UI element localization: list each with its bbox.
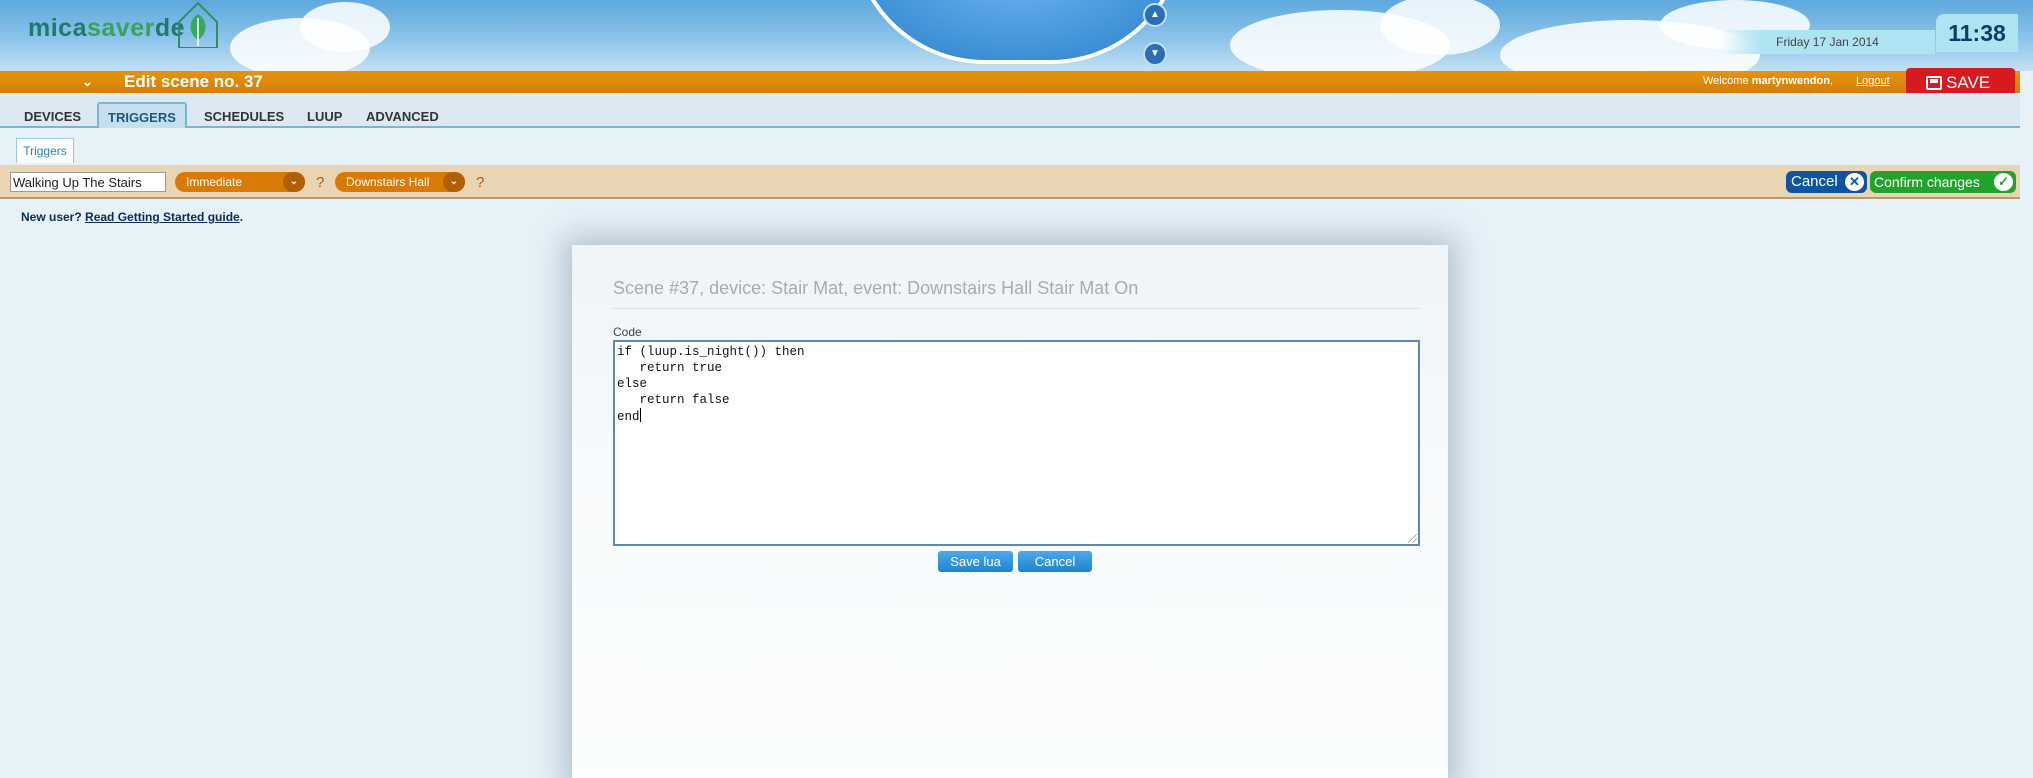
floppy-disk-icon: [1926, 76, 1942, 90]
tab-devices[interactable]: DEVICES: [24, 109, 81, 124]
tab-luup[interactable]: LUUP: [307, 109, 342, 124]
resize-handle[interactable]: [1408, 534, 1417, 543]
save-label: SAVE: [1946, 73, 1991, 92]
subtab-bar: Triggers: [0, 128, 2020, 165]
tab-bar: DEVICES TRIGGERS SCHEDULES LUUP ADVANCED: [0, 93, 2020, 131]
welcome-prefix: Welcome: [1703, 75, 1749, 87]
welcome-suffix: ,: [1829, 75, 1834, 87]
cancel-label: Cancel: [1791, 173, 1838, 190]
code-line: return true: [617, 360, 1416, 376]
lua-code-dialog: Scene #37, device: Stair Mat, event: Dow…: [572, 245, 1448, 778]
device-select[interactable]: Downstairs Hall ⌄: [335, 172, 465, 192]
getting-started-link[interactable]: Read Getting Started guide: [85, 210, 240, 224]
tab-schedules[interactable]: SCHEDULES: [204, 109, 284, 124]
code-line: return false: [617, 392, 1416, 408]
code-line: end: [617, 408, 1416, 425]
dialog-cancel-button[interactable]: Cancel: [1018, 551, 1092, 572]
logo-text: saver: [86, 14, 155, 42]
logo-text: mica: [28, 14, 87, 42]
current-date: Friday 17 Jan 2014: [1720, 30, 1935, 54]
globe-widget: ▲ ▼: [851, 0, 1185, 66]
new-user-notice: New user? Read Getting Started guide.: [21, 210, 243, 224]
trigger-toolbar: Immediate ⌄ ? Downstairs Hall ⌄ ? Cancel…: [0, 165, 2020, 199]
device-select-value: Downstairs Hall: [346, 175, 430, 189]
timing-select[interactable]: Immediate ⌄: [175, 172, 305, 192]
username: martynwendon: [1751, 75, 1830, 87]
code-label: Code: [613, 325, 642, 339]
tab-advanced[interactable]: ADVANCED: [366, 109, 439, 124]
logout-link[interactable]: Logout: [1856, 75, 1890, 87]
new-user-prefix: New user?: [21, 210, 82, 224]
code-line-text: else: [617, 377, 648, 391]
confirm-changes-button[interactable]: Confirm changes ✓: [1870, 171, 2016, 193]
trigger-name-input[interactable]: [10, 172, 166, 192]
code-line-text: if (luup.is_night()) then: [617, 345, 805, 359]
code-line: else: [617, 376, 1416, 392]
header: micasaverde ▲ ▼ Friday 17 Jan 2014 11:38: [0, 0, 2033, 71]
code-line-text: return true: [617, 361, 723, 375]
save-lua-button[interactable]: Save lua: [938, 551, 1013, 572]
subtab-triggers[interactable]: Triggers: [16, 138, 74, 163]
text-caret: [639, 408, 641, 422]
scene-title-bar: ⌄ Edit scene no. 37 Welcome martynwendon…: [0, 71, 2020, 93]
divider: [613, 308, 1419, 309]
new-user-suffix: .: [239, 210, 244, 224]
scroll-up-button[interactable]: ▲: [1143, 3, 1167, 27]
dialog-title: Scene #37, device: Stair Mat, event: Dow…: [613, 278, 1139, 298]
cloud-decoration: [1380, 0, 1500, 55]
current-time: 11:38: [1936, 14, 2018, 52]
lua-code-textarea[interactable]: if (luup.is_night()) then return true els…: [613, 340, 1420, 546]
confirm-label: Confirm changes: [1874, 174, 1980, 190]
scroll-down-button[interactable]: ▼: [1143, 42, 1167, 66]
chevron-down-icon: ⌄: [283, 172, 305, 192]
code-line-text: return false: [617, 393, 730, 407]
close-icon: ✕: [1845, 173, 1864, 191]
timing-select-value: Immediate: [186, 175, 243, 189]
help-icon[interactable]: ?: [476, 174, 484, 191]
welcome-text: Welcome martynwendon,: [1703, 75, 1833, 87]
chevron-down-icon: ⌄: [443, 172, 465, 192]
cloud-decoration: [300, 2, 390, 52]
checkmark-icon: ✓: [1994, 173, 2013, 191]
micasaverde-logo[interactable]: micasaverde: [28, 14, 185, 43]
page-title: Edit scene no. 37: [124, 72, 263, 91]
leaf-house-icon: [178, 1, 218, 48]
code-line: if (luup.is_night()) then: [617, 344, 1416, 360]
chevron-down-icon[interactable]: ⌄: [82, 74, 93, 90]
tab-triggers[interactable]: TRIGGERS: [97, 102, 187, 131]
code-line-text: end: [617, 410, 640, 424]
help-icon[interactable]: ?: [316, 174, 324, 191]
cancel-button[interactable]: Cancel ✕: [1786, 171, 1867, 193]
